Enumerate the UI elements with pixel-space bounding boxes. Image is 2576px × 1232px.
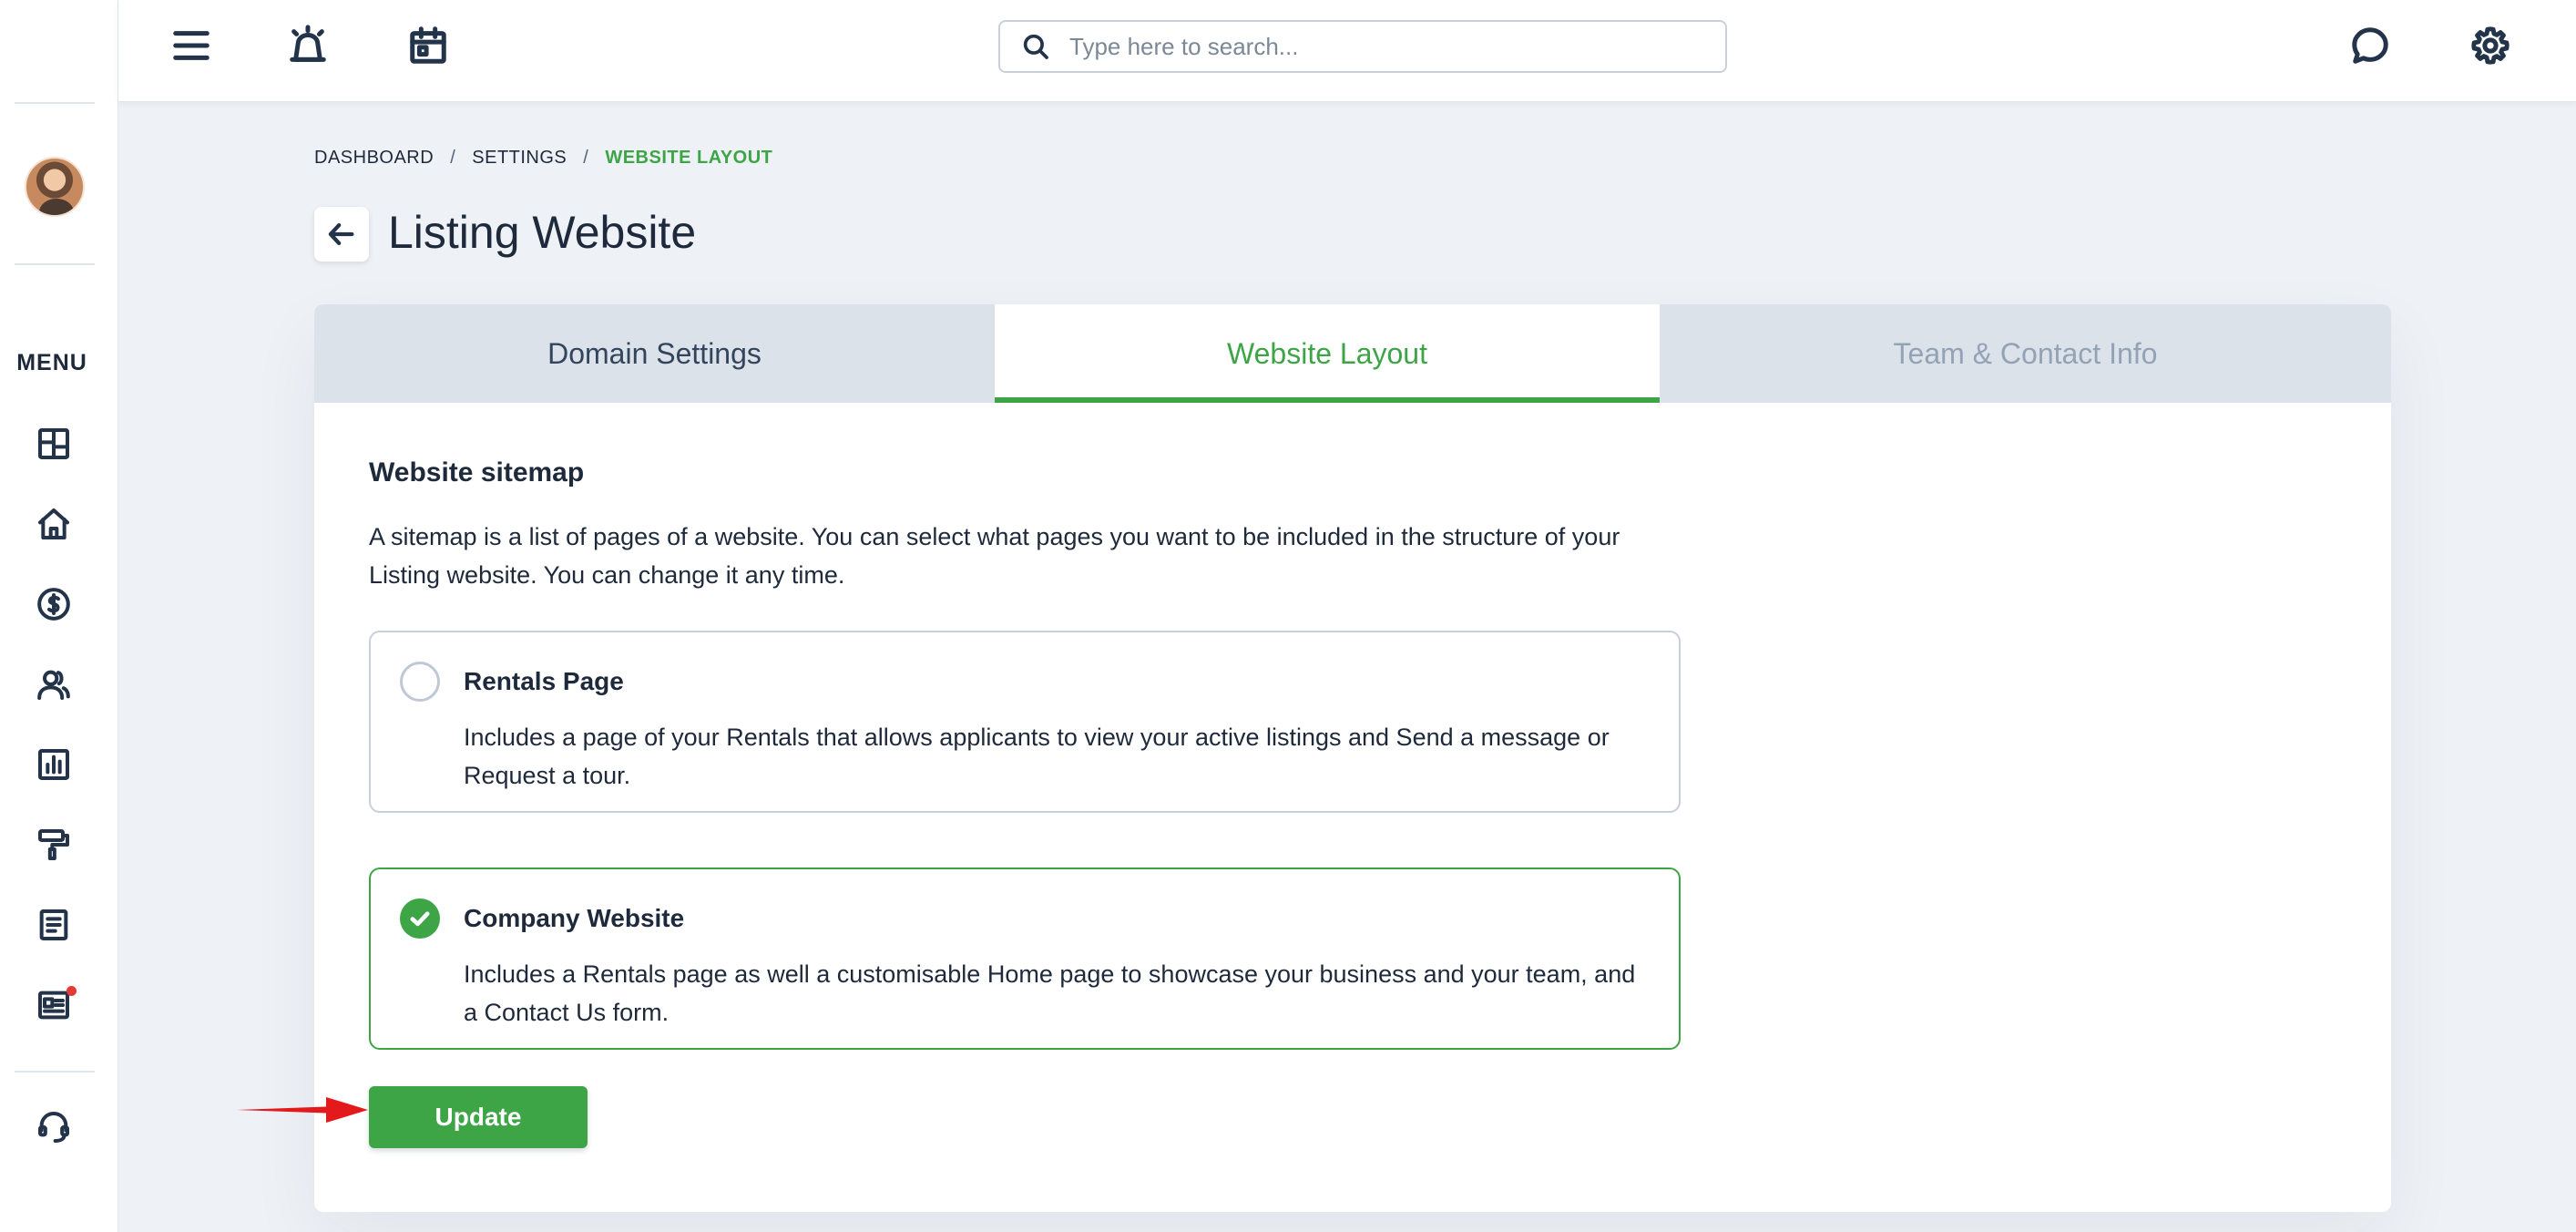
sidebar-item-people[interactable] [33,663,75,705]
top-bar [118,0,2576,102]
menu-label: MENU [16,350,87,375]
sidebar-item-listings[interactable] [33,984,77,1026]
option-rentals-page[interactable]: Rentals Page Includes a page of your Ren… [369,631,1681,813]
radio-company-website[interactable] [400,898,440,939]
avatar[interactable] [25,157,85,217]
option-description: Includes a page of your Rentals that all… [464,724,1610,789]
update-button[interactable]: Update [369,1086,588,1148]
search-bar[interactable] [998,20,1727,73]
section-title: Website sitemap [369,457,585,488]
tab-website-layout[interactable]: Website Layout [995,304,1660,403]
menu-toggle-button[interactable] [168,22,215,69]
sidebar-item-maintenance[interactable] [33,824,75,866]
annotation-arrow-icon [237,1097,368,1123]
dollar-icon [37,588,70,621]
alarm-icon [290,25,326,62]
sidebar-item-documents[interactable] [33,904,75,946]
back-button[interactable] [314,207,369,262]
document-icon [39,909,68,940]
calendar-button[interactable] [404,22,452,69]
settings-card: Domain Settings Website Layout Team & Co… [314,304,2391,1212]
sidebar-divider [15,263,95,265]
search-input[interactable] [1069,28,1707,65]
breadcrumb-separator: / [583,148,589,168]
calendar-icon [410,26,446,64]
sidebar-item-dashboard[interactable] [33,423,75,465]
breadcrumb-current: WEBSITE LAYOUT [605,148,773,168]
radio-rentals-page[interactable] [400,662,440,702]
home-icon [38,508,69,539]
support-headset-icon [38,1112,70,1143]
users-icon [37,670,70,700]
breadcrumb-separator: / [450,148,456,168]
tab-bar: Domain Settings Website Layout Team & Co… [314,304,2391,403]
sidebar-item-payments[interactable] [33,583,75,625]
sidebar-item-reports[interactable] [33,744,75,785]
option-title: Company Website [464,904,685,932]
section-description: A sitemap is a list of pages of a websit… [369,523,1620,589]
reports-icon [38,749,69,780]
sidebar-item-home[interactable] [33,503,75,545]
gear-icon [2471,26,2510,65]
option-company-website[interactable]: Company Website Includes a Rentals page … [369,868,1681,1050]
notification-dot [66,986,77,996]
tab-domain-settings[interactable]: Domain Settings [314,304,995,403]
page-title: Listing Website [388,207,697,258]
paint-roller-icon [38,829,69,860]
alarm-button[interactable] [284,22,332,69]
menu-icon [173,31,210,60]
chat-icon [2352,27,2388,64]
breadcrumb-dashboard[interactable]: DASHBOARD [314,148,434,169]
option-title: Rentals Page [464,667,624,695]
left-sidebar: MENU [0,0,118,1232]
breadcrumb-settings[interactable]: SETTINGS [472,148,567,169]
tab-team-contact-info[interactable]: Team & Contact Info [1660,304,2391,403]
dashboard-icon [38,428,69,459]
option-description: Includes a Rentals page as well a custom… [464,960,1636,1026]
chat-button[interactable] [2346,22,2394,69]
search-icon [1023,34,1048,59]
breadcrumb: DASHBOARD / SETTINGS / WEBSITE LAYOUT [314,148,772,169]
settings-button[interactable] [2467,22,2514,69]
arrow-left-icon [328,222,354,246]
sidebar-item-support[interactable] [33,1106,75,1148]
checkmark-icon [410,911,430,927]
sidebar-divider [15,1071,95,1073]
sidebar-divider [15,102,95,104]
